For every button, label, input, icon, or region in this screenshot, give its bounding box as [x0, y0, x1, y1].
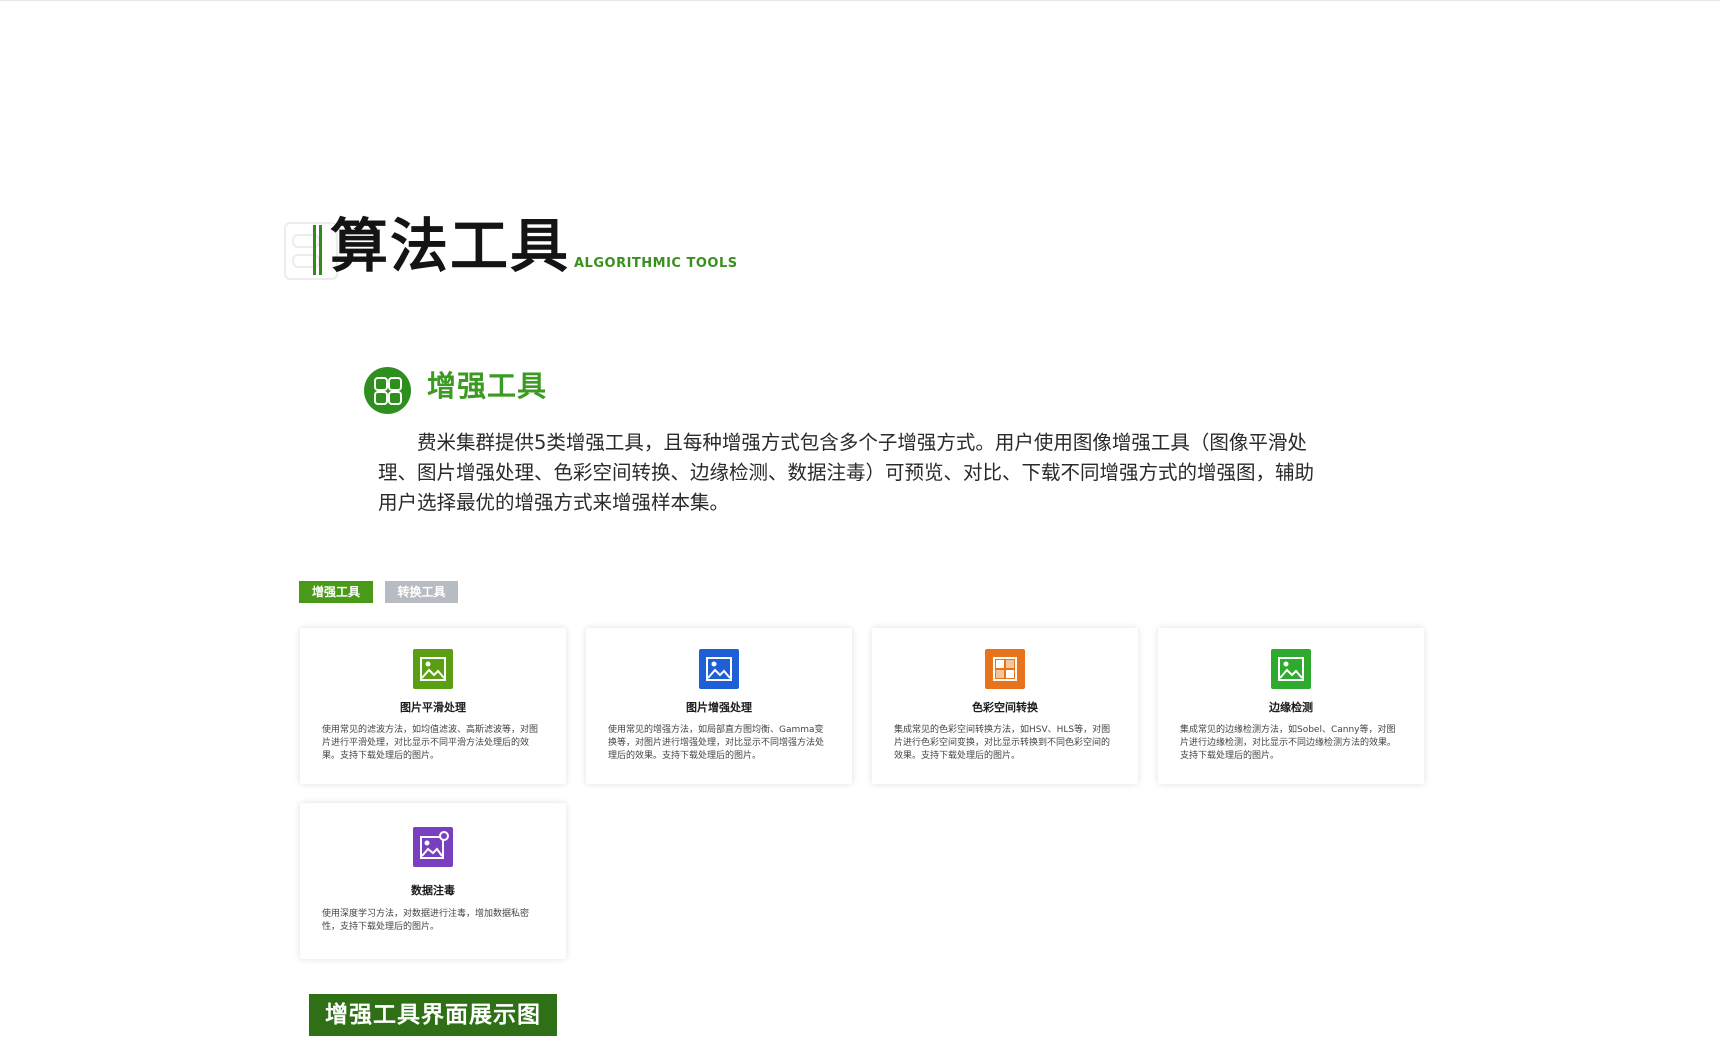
color-blocks-icon: [985, 649, 1025, 689]
tool-card-edge-detection[interactable]: 边缘检测 集成常见的边缘检测方法，如Sobel、Canny等，对图片进行边缘检测…: [1158, 628, 1424, 784]
card-title: 图片平滑处理: [400, 701, 466, 714]
card-title: 数据注毒: [411, 884, 455, 897]
tab-convert-tools[interactable]: 转换工具: [385, 581, 458, 603]
card-title: 边缘检测: [1269, 701, 1313, 714]
card-description: 使用常见的增强方法，如局部直方图均衡、Gamma变换等，对图片进行增强处理，对比…: [608, 725, 825, 761]
top-divider: [0, 0, 1720, 1]
tool-card-enhancement[interactable]: 图片增强处理 使用常见的增强方法，如局部直方图均衡、Gamma变换等，对图片进行…: [586, 628, 852, 784]
tool-card-data-poisoning[interactable]: 数据注毒 使用深度学习方法，对数据进行注毒，增加数据私密性，支持下载处理后的图片…: [300, 803, 566, 959]
page-title: 算法工具: [330, 212, 571, 280]
card-description: 使用常见的滤波方法，如均值滤波、高斯滤波等，对图片进行平滑处理，对比显示不同平滑…: [322, 725, 539, 761]
card-description: 集成常见的边缘检测方法，如Sobel、Canny等，对图片进行边缘检测，对比显示…: [1180, 725, 1397, 761]
image-icon: [1271, 649, 1311, 689]
tool-card-smoothing[interactable]: 图片平滑处理 使用常见的滤波方法，如均值滤波、高斯滤波等，对图片进行平滑处理，对…: [300, 628, 566, 784]
interface-showcase-banner: 增强工具界面展示图: [309, 994, 557, 1036]
card-title: 色彩空间转换: [972, 701, 1038, 714]
card-description: 集成常见的色彩空间转换方法，如HSV、HLS等，对图片进行色彩空间变换，对比显示…: [894, 725, 1111, 761]
tool-card-color-space[interactable]: 色彩空间转换 集成常见的色彩空间转换方法，如HSV、HLS等，对图片进行色彩空间…: [872, 628, 1138, 784]
image-icon: [699, 649, 739, 689]
image-edit-icon: [413, 827, 453, 867]
card-description: 使用深度学习方法，对数据进行注毒，增加数据私密性，支持下载处理后的图片。: [322, 909, 530, 932]
page-subtitle: ALGORITHMIC TOOLS: [574, 256, 738, 271]
grid-icon: [364, 367, 411, 414]
section-description: 费米集群提供5类增强工具，且每种增强方式包含多个子增强方式。用户使用图像增强工具…: [378, 431, 1315, 514]
page: 算法工具 ALGORITHMIC TOOLS 增强工具 费米集群提供5类增强工具…: [0, 0, 1720, 1048]
image-icon: [413, 649, 453, 689]
section-title: 增强工具: [427, 369, 548, 403]
tab-enhance-tools[interactable]: 增强工具: [299, 581, 373, 603]
title-accent-bars: [313, 225, 322, 275]
card-title: 图片增强处理: [686, 701, 752, 714]
